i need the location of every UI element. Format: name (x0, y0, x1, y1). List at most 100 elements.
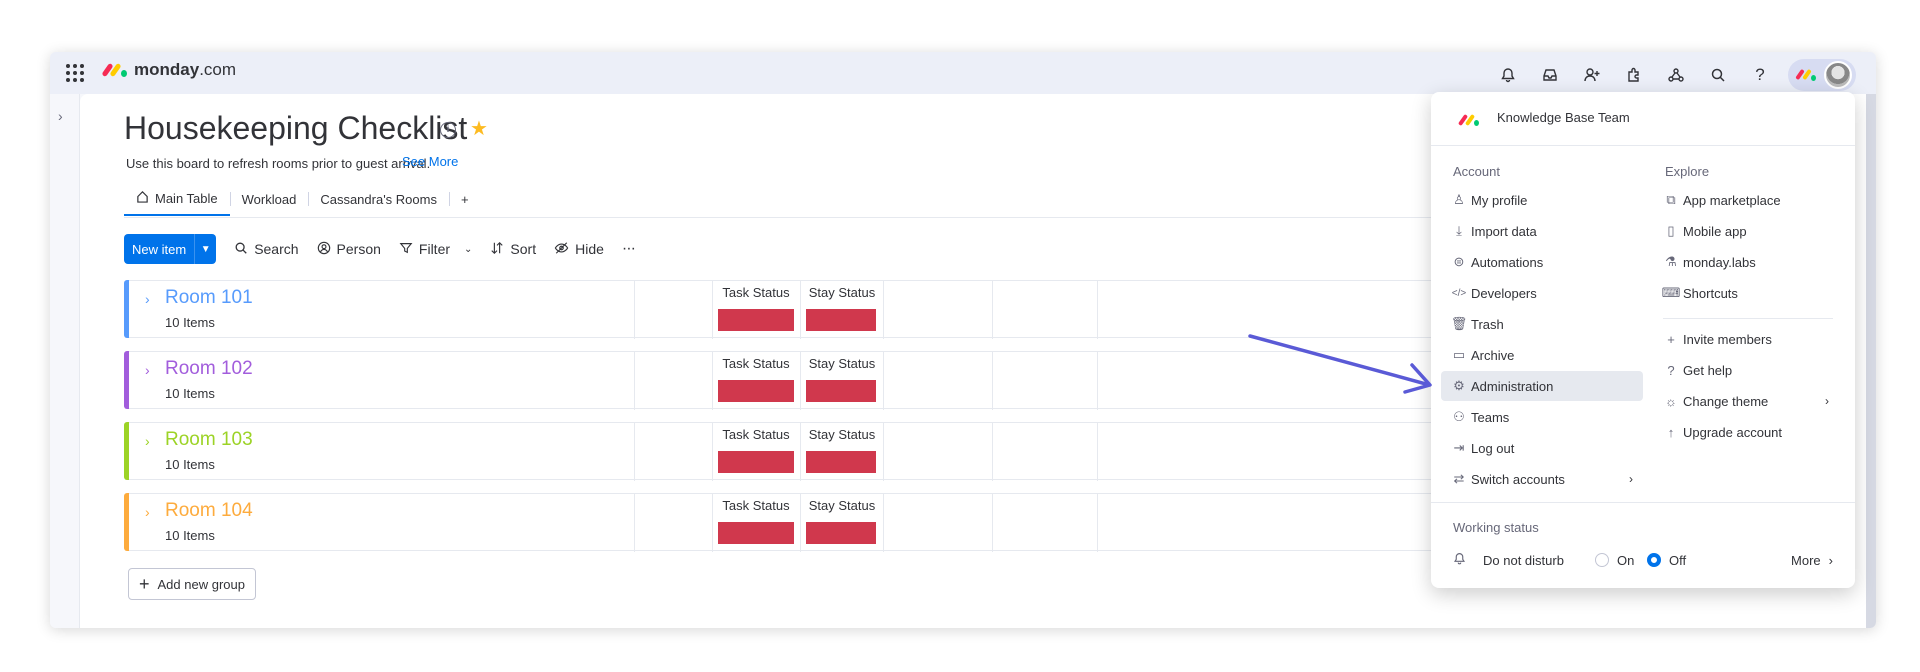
stay-status-header[interactable]: Stay Status (805, 427, 879, 442)
on-label: On (1617, 552, 1635, 568)
menu-item-invite-members[interactable]: + Invite members (1659, 324, 1839, 354)
menu-item-switch-accounts[interactable]: ⇄ Switch accounts › (1447, 464, 1643, 494)
column-divider (634, 423, 635, 481)
dnd-off-radio[interactable] (1647, 553, 1661, 567)
phone-icon: ▯ (1667, 223, 1675, 238)
group-expand-chevron-icon[interactable]: › (145, 504, 150, 520)
task-status-header[interactable]: Task Status (717, 498, 795, 513)
expand-sidebar-chevron-icon[interactable]: › (58, 108, 63, 124)
board-title[interactable]: Housekeeping Checklist (124, 110, 467, 147)
apps-grid-icon[interactable] (66, 64, 84, 82)
menu-item-change-theme[interactable]: ☼ Change theme › (1659, 386, 1839, 416)
add-new-group-button[interactable]: + Add new group (128, 568, 256, 600)
scrollbar[interactable] (1866, 94, 1876, 628)
trash-icon: 🗑 (1450, 316, 1468, 331)
group-name[interactable]: Room 103 (165, 429, 253, 451)
bell-icon[interactable] (1494, 61, 1522, 89)
add-view-button[interactable]: + (448, 182, 481, 216)
stay-status-cell[interactable] (806, 522, 876, 544)
menu-item-upgrade-account[interactable]: ↑ Upgrade account (1659, 417, 1839, 447)
column-divider (800, 352, 801, 410)
more-options-button[interactable]: ··· (622, 240, 636, 258)
view-tabs: Main Table Workload Cassandra's Rooms + (124, 182, 481, 216)
filter-tool[interactable]: Filter ⌄ (399, 241, 472, 258)
account-section-label: Account (1453, 164, 1500, 179)
tab-main-table[interactable]: Main Table (124, 182, 230, 216)
star-icon[interactable]: ★ (470, 116, 488, 141)
invite-user-icon[interactable] (1578, 61, 1606, 89)
hide-label: Hide (575, 241, 604, 257)
menu-item-label: App marketplace (1683, 192, 1781, 208)
menu-item-monday-labs[interactable]: ⚗ monday.labs (1659, 247, 1839, 277)
stay-status-header[interactable]: Stay Status (805, 285, 879, 300)
sort-tool[interactable]: Sort (490, 241, 536, 258)
stay-status-cell[interactable] (806, 309, 876, 331)
group-name[interactable]: Room 102 (165, 358, 253, 380)
hide-tool[interactable]: Hide (554, 241, 604, 258)
monday-logo-mark-icon (101, 61, 128, 79)
column-divider (992, 281, 993, 339)
explore-section-label: Explore (1665, 164, 1710, 179)
column-divider (1097, 494, 1098, 552)
off-label: Off (1669, 552, 1687, 568)
menu-item-mobile-app[interactable]: ▯ Mobile app (1659, 216, 1839, 246)
bell-icon (1453, 552, 1483, 568)
person-filter[interactable]: Person (317, 241, 381, 258)
archive-icon: ▭ (1452, 347, 1466, 362)
task-status-header[interactable]: Task Status (717, 427, 795, 442)
task-status-cell[interactable] (718, 309, 794, 331)
group-expand-chevron-icon[interactable]: › (145, 433, 150, 449)
menu-item-administration[interactable]: ⚙ Administration (1441, 371, 1643, 401)
task-status-cell[interactable] (718, 380, 794, 402)
dnd-on-radio[interactable] (1595, 553, 1609, 567)
new-item-button[interactable]: New item (124, 234, 194, 264)
menu-item-developers[interactable]: </> Developers (1447, 278, 1643, 308)
menu-item-my-profile[interactable]: ♙ My profile (1447, 185, 1643, 215)
task-status-cell[interactable] (718, 451, 794, 473)
filter-chevron-down-icon[interactable]: ⌄ (464, 244, 472, 255)
menu-item-label: Teams (1471, 409, 1510, 425)
stay-status-cell[interactable] (806, 380, 876, 402)
stay-status-header[interactable]: Stay Status (805, 498, 879, 513)
info-icon[interactable]: i (440, 122, 456, 138)
group-expand-chevron-icon[interactable]: › (145, 291, 150, 307)
sort-label: Sort (510, 241, 537, 257)
robot-icon: ⊜ (1453, 254, 1465, 269)
menu-item-teams[interactable]: ⚇ Teams (1447, 402, 1643, 432)
group-name[interactable]: Room 104 (165, 500, 253, 522)
new-item-dropdown-chevron-icon[interactable]: ▼ (194, 234, 216, 264)
stay-status-cell[interactable] (806, 451, 876, 473)
task-status-header[interactable]: Task Status (717, 356, 795, 371)
tab-workload[interactable]: Workload (229, 182, 309, 216)
account-menu: Knowledge Base Team Account Explore ♙ My … (1431, 92, 1855, 588)
search-icon[interactable] (1704, 61, 1732, 89)
more-link[interactable]: More (1791, 553, 1821, 568)
group-expand-chevron-icon[interactable]: › (145, 362, 150, 378)
see-more-link[interactable]: See More (402, 154, 458, 169)
team-name[interactable]: Knowledge Base Team (1497, 110, 1630, 125)
account-switcher[interactable] (1788, 59, 1856, 91)
menu-item-log-out[interactable]: ⇥ Log out (1447, 433, 1643, 463)
user-avatar[interactable] (1824, 61, 1852, 89)
menu-item-get-help[interactable]: ? Get help (1659, 355, 1839, 385)
tab-cassandras-rooms[interactable]: Cassandra's Rooms (308, 182, 449, 216)
filter-label: Filter (418, 241, 451, 257)
menu-item-automations[interactable]: ⊜ Automations (1447, 247, 1643, 277)
chevron-right-icon[interactable]: › (1829, 553, 1833, 568)
task-status-header[interactable]: Task Status (717, 285, 795, 300)
apps-icon[interactable] (1620, 61, 1648, 89)
menu-item-import-data[interactable]: ⤓ Import data (1447, 216, 1643, 246)
search-tool[interactable]: Search (234, 241, 299, 258)
monday-logo[interactable]: monday.com (101, 60, 236, 80)
menu-item-app-marketplace[interactable]: ⧉ App marketplace (1659, 185, 1839, 215)
group-name[interactable]: Room 101 (165, 287, 253, 309)
inbox-icon[interactable] (1536, 61, 1564, 89)
help-icon[interactable]: ? (1746, 61, 1774, 89)
menu-item-shortcuts[interactable]: ⌨ Shortcuts (1659, 278, 1839, 308)
stay-status-header[interactable]: Stay Status (805, 356, 879, 371)
task-status-cell[interactable] (718, 522, 794, 544)
menu-item-archive[interactable]: ▭ Archive (1447, 340, 1643, 370)
integrations-icon[interactable] (1662, 61, 1690, 89)
logout-icon: ⇥ (1453, 440, 1465, 455)
menu-item-trash[interactable]: 🗑 Trash (1447, 309, 1643, 339)
